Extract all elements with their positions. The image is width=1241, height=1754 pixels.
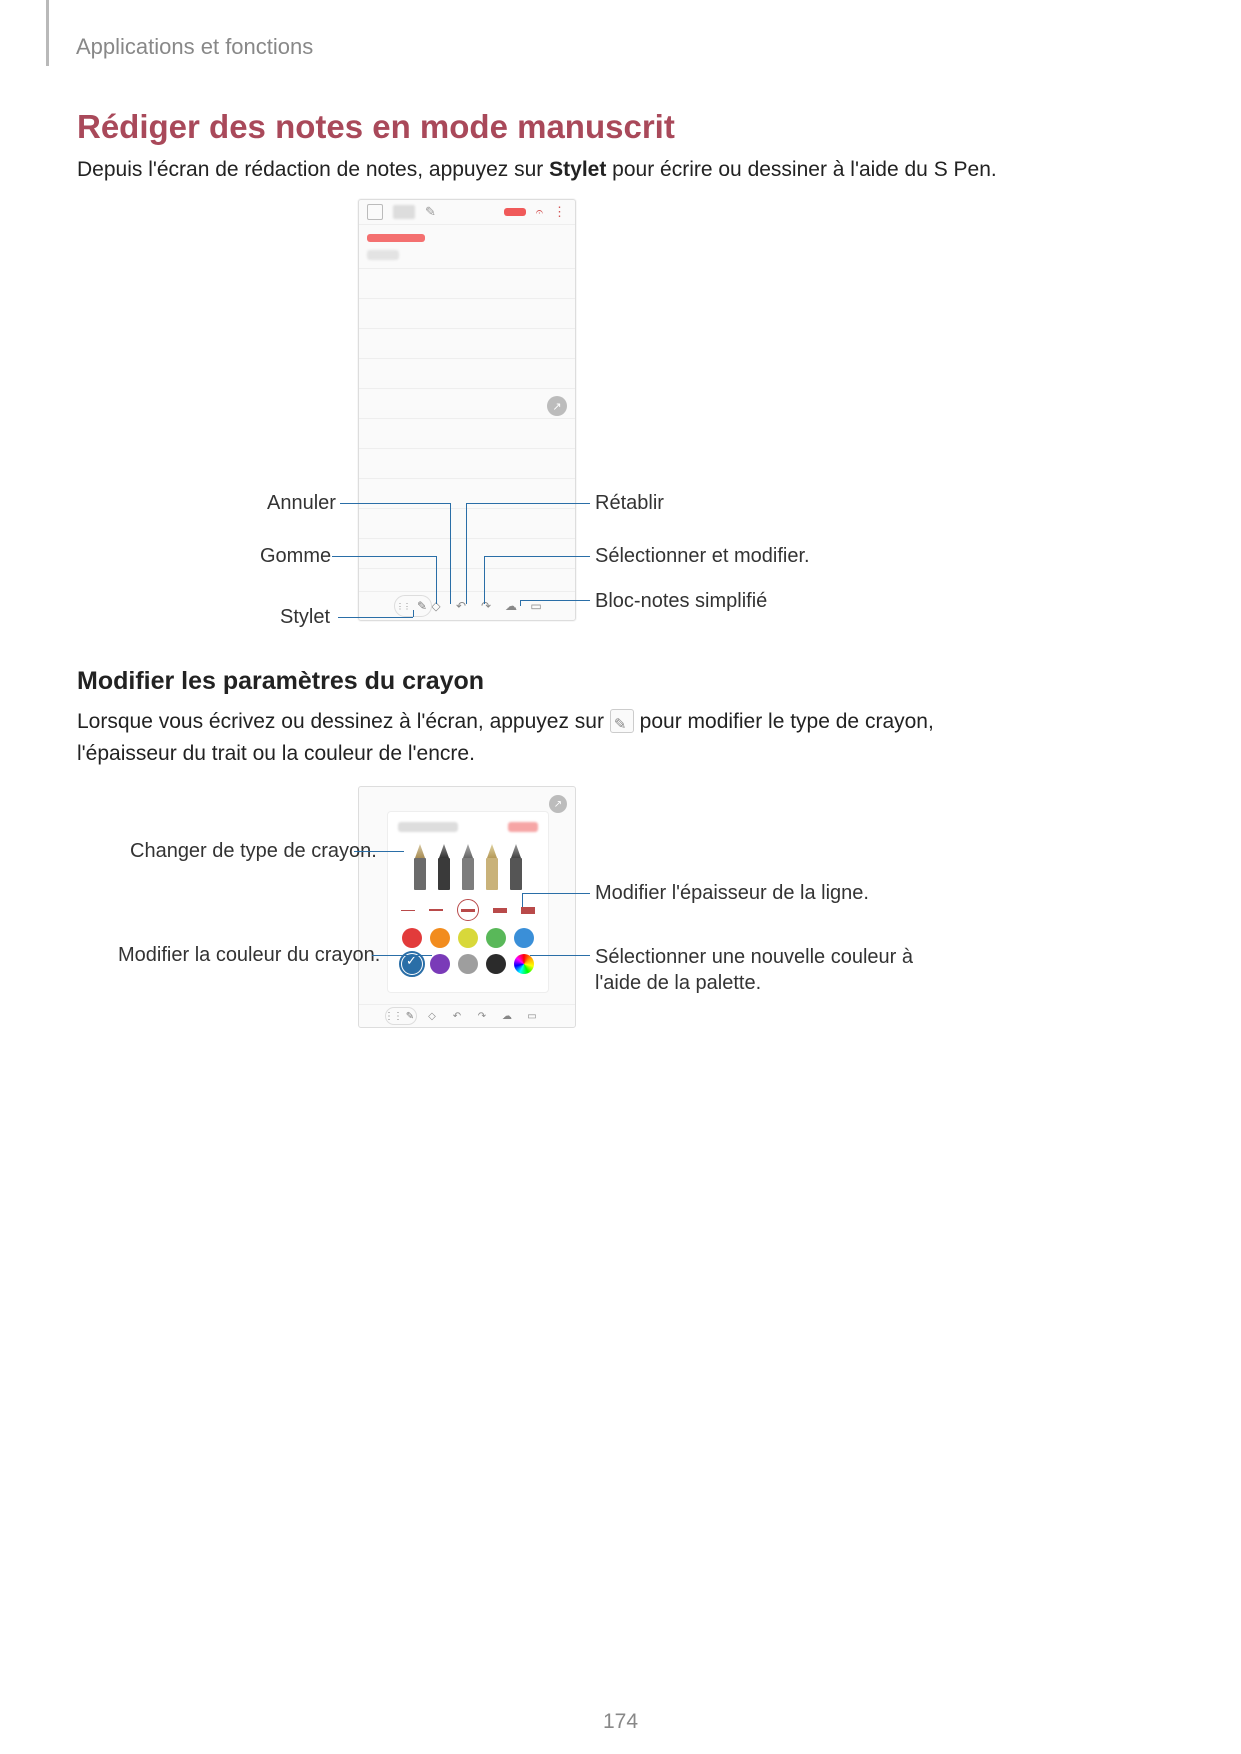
color-swatch [458, 954, 478, 974]
title-redacted [367, 234, 425, 242]
color-swatch [486, 928, 506, 948]
pen-type-4 [484, 844, 500, 890]
pen-icon: ✎ [404, 993, 416, 1039]
panel-action-redacted [508, 822, 538, 832]
pen-settings-figure: ↗ ⋮⋮ [358, 786, 576, 1028]
simple-note-icon: ▭ [525, 1009, 539, 1023]
lasso-icon: ☁ [504, 599, 518, 613]
thickness-2 [429, 909, 443, 911]
redo-icon: ↷ [479, 599, 493, 613]
color-swatch [402, 954, 422, 974]
toolbar-pill: ⋮⋮ ✎ [385, 1007, 417, 1025]
handle-icon: ⋮⋮ [386, 1009, 400, 1023]
color-picker-swatch [514, 954, 534, 974]
keyboard-icon [367, 204, 383, 220]
leader [484, 556, 590, 557]
pen-type-3 [460, 844, 476, 890]
intro-paragraph: Depuis l'écran de rédaction de notes, ap… [77, 155, 997, 185]
callout-palette: Sélectionner une nouvelle couleur à l'ai… [595, 944, 935, 996]
color-swatch [430, 928, 450, 948]
leader [520, 600, 521, 606]
redo-icon: ↷ [475, 1009, 489, 1023]
leader [450, 503, 451, 604]
callout-pen-type: Changer de type de crayon. [130, 840, 377, 863]
pen-settings-inline-icon [610, 709, 634, 733]
save-badge [504, 208, 526, 216]
leader [354, 851, 404, 852]
leader [413, 610, 414, 617]
color-swatch [430, 954, 450, 974]
section-header: Applications et fonctions [76, 34, 313, 60]
leader [332, 556, 436, 557]
leader [466, 503, 590, 504]
expand-icon: ↗ [549, 795, 567, 813]
leader [522, 893, 590, 894]
editor-topbar: ✎ 𝄐 ⋮ [359, 200, 575, 225]
callout-retablir: Rétablir [595, 492, 664, 515]
callout-bloc: Bloc-notes simplifié [595, 590, 767, 613]
simple-note-icon: ▭ [529, 599, 543, 613]
more-icon: ⋮ [553, 204, 567, 220]
thickness-5 [521, 907, 535, 914]
pen-mode-icon: ✎ [425, 204, 436, 220]
text: pour écrire ou dessiner à l'aide du S Pe… [606, 158, 996, 181]
subtitle-redacted [367, 250, 399, 260]
expand-icon: ↗ [547, 396, 567, 416]
subsection-title: Modifier les paramètres du crayon [77, 667, 484, 696]
attach-icon: 𝄐 [536, 204, 543, 220]
color-swatch [514, 928, 534, 948]
text-bold: Stylet [549, 158, 606, 181]
pen-type-5 [508, 844, 524, 890]
eraser-icon: ◇ [425, 1009, 439, 1023]
leader [372, 955, 432, 956]
pen-type-2 [436, 844, 452, 890]
leader [484, 556, 485, 604]
leader [338, 617, 413, 618]
callout-gomme: Gomme [260, 545, 331, 568]
color-grid [388, 928, 548, 974]
leader [530, 955, 590, 956]
leader [520, 600, 590, 601]
color-swatch [402, 928, 422, 948]
leader [522, 893, 523, 907]
thickness-3-selected [457, 899, 479, 921]
margin-bar [46, 0, 49, 66]
callout-thickness: Modifier l'épaisseur de la ligne. [595, 882, 869, 905]
leader [466, 503, 467, 604]
page-title: Rédiger des notes en mode manuscrit [77, 108, 675, 146]
thickness-4 [493, 908, 507, 913]
callout-pen-color: Modifier la couleur du crayon. [118, 944, 380, 967]
panel-title-redacted [398, 822, 458, 832]
editor-toolbar: ⋮⋮ ✎ ◇ ↶ ↷ ☁ ▭ [359, 591, 575, 620]
subsection-paragraph: Lorsque vous écrivez ou dessinez à l'écr… [77, 706, 1027, 770]
color-swatch [486, 954, 506, 974]
callout-annuler: Annuler [267, 492, 336, 515]
pen-icon: ✎ [414, 583, 430, 629]
note-editor-figure: ✎ 𝄐 ⋮ ↗ ⋮⋮ ✎ ◇ ↶ ↷ ☁ ▭ [358, 199, 576, 621]
callout-stylet: Stylet [280, 606, 330, 629]
leader [340, 503, 450, 504]
lasso-icon: ☁ [500, 1009, 514, 1023]
handle-icon: ⋮⋮ [396, 599, 410, 613]
editor-toolbar: ⋮⋮ ✎ ◇ ↶ ↷ ☁ ▭ [359, 1004, 575, 1027]
pen-type-1 [412, 844, 428, 890]
leader [436, 556, 437, 604]
pen-type-row [388, 838, 548, 890]
page-number: 174 [0, 1710, 1241, 1734]
color-swatch [458, 928, 478, 948]
text: Depuis l'écran de rédaction de notes, ap… [77, 158, 549, 181]
thickness-1 [401, 910, 415, 911]
undo-icon: ↶ [450, 1009, 464, 1023]
thickness-row [388, 898, 548, 922]
blurred-tab [393, 205, 415, 219]
callout-select: Sélectionner et modifier. [595, 545, 810, 568]
text: Lorsque vous écrivez ou dessinez à l'écr… [77, 710, 610, 733]
pen-settings-panel [387, 811, 549, 993]
